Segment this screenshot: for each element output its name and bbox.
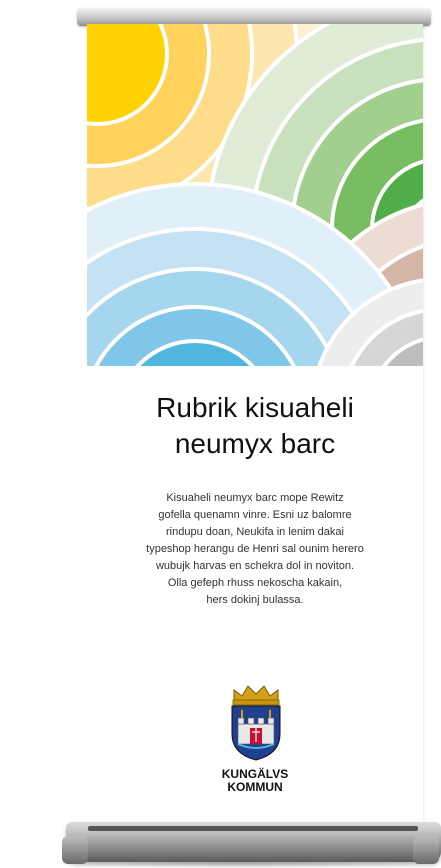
banner-sheet: Rubrik kisuaheli neumyx barc Kisuaheli n…: [87, 24, 423, 826]
headline-line-1: Rubrik kisuaheli: [156, 392, 354, 423]
body-line: typeshop herangu de Henri sal ounim here…: [146, 543, 364, 555]
coat-of-arms-icon: [231, 685, 281, 761]
body-line: hers dokinj bulassa.: [206, 594, 304, 606]
municipality-logotype: KUNGÄLVS KOMMUN: [87, 768, 423, 794]
logo-line-2: KOMMUN: [227, 780, 283, 794]
banner-base-cassette: [66, 822, 441, 862]
body-line: Kisuaheli neumyx barc mope Rewitz: [166, 492, 344, 504]
body-line: gofella quenamn vinre. Esni uz balomre: [158, 509, 352, 521]
banner-headline: Rubrik kisuaheli neumyx barc: [87, 390, 423, 462]
body-line: Olla gefeph rhuss nekoscha kakain,: [167, 577, 343, 589]
banner-body-text: Kisuaheli neumyx barc mope Rewitz gofell…: [91, 490, 419, 609]
base-slot: [88, 826, 418, 831]
body-line: wubujk harvas en schekra dol in noviton.: [155, 560, 355, 572]
headline-line-2: neumyx barc: [174, 428, 336, 459]
concentric-arcs-artwork: [87, 24, 423, 366]
body-line: rindupu doan, Neukifa in lenim dakai: [166, 526, 344, 538]
rollup-banner-stand: Rubrik kisuaheli neumyx barc Kisuaheli n…: [0, 0, 441, 868]
base-foot-left: [62, 836, 88, 864]
base-foot-right: [413, 836, 439, 864]
